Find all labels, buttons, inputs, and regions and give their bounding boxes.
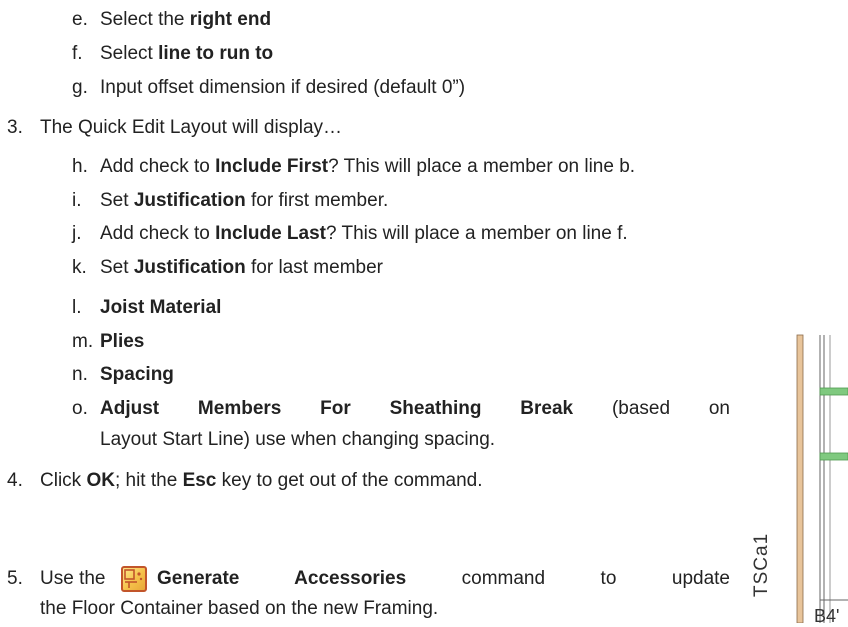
framing-drawing bbox=[796, 334, 848, 623]
drawing-label-partial: B4' bbox=[814, 606, 840, 626]
stud-strip bbox=[796, 334, 804, 623]
drawing-label-vertical: TSCa1 bbox=[751, 532, 772, 597]
joist-bar bbox=[819, 452, 848, 461]
joist-bar bbox=[819, 387, 848, 396]
